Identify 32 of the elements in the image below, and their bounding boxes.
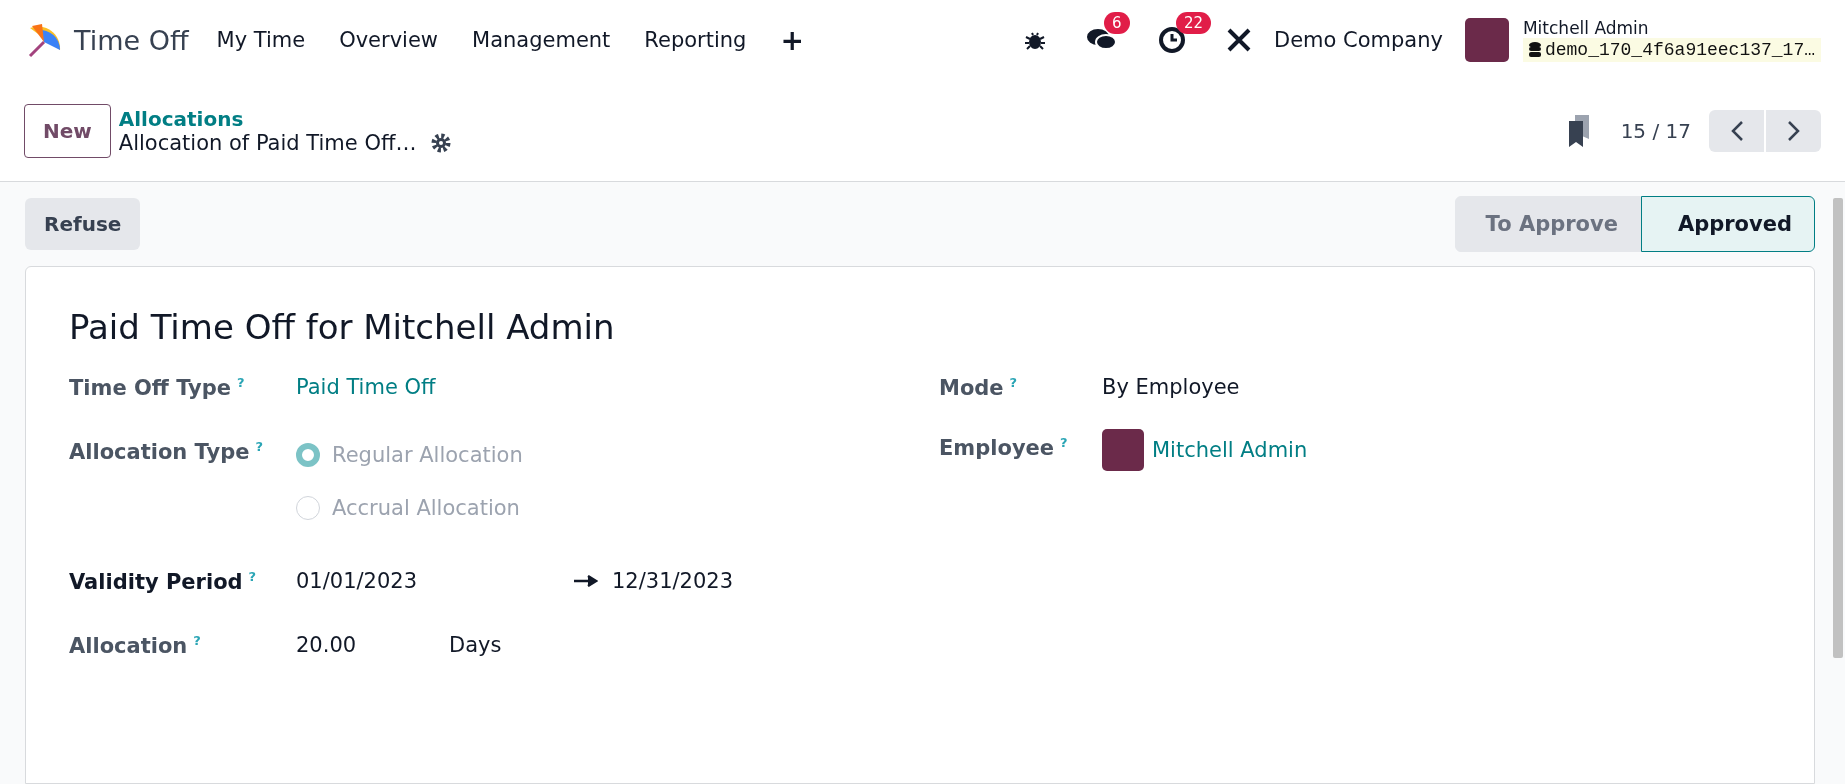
database-name: demo_170_4f6a91eec137_17…: [1522, 38, 1821, 62]
nav-menu-item[interactable]: Overview: [339, 28, 438, 52]
employee-link[interactable]: Mitchell Admin: [1152, 438, 1308, 462]
field-label: Allocation $^{?}$: [69, 633, 202, 658]
field-label: Allocation Type $^{?}$: [69, 439, 264, 464]
pager-value[interactable]: 15 / 17: [1620, 118, 1691, 143]
time-off-type-link[interactable]: Paid Time Off: [296, 375, 939, 399]
end-date-field[interactable]: 12/31/2023: [612, 569, 734, 593]
allocation-field[interactable]: 20.00: [296, 633, 449, 657]
status-stage[interactable]: To Approve: [1454, 196, 1641, 252]
new-button[interactable]: New: [24, 103, 111, 158]
nav-menu-item[interactable]: Management: [472, 28, 611, 52]
mode-value: By Employee: [1102, 375, 1241, 399]
record-name: Paid Time Off for Mitchell Admin: [69, 307, 616, 347]
unit-label: Days: [449, 633, 502, 657]
nav-menu-item[interactable]: Reporting: [644, 28, 747, 52]
start-date-field[interactable]: 01/01/2023: [296, 569, 574, 593]
field-label: Mode $^{?}$: [939, 375, 1019, 400]
app-name[interactable]: Time Off: [74, 24, 189, 56]
refuse-button[interactable]: Refuse: [25, 198, 141, 250]
field-label: Employee $^{?}$: [939, 435, 1069, 460]
breadcrumb-link[interactable]: Allocations: [118, 106, 453, 131]
notification-badge: 22: [1175, 12, 1212, 34]
notification-badge: 6: [1103, 12, 1130, 34]
nav-menu-item[interactable]: My Time: [216, 28, 306, 52]
field-label: Time Off Type $^{?}$: [69, 375, 246, 400]
field-label: Validity Period $^{?}$: [69, 569, 258, 594]
company-switcher[interactable]: Demo Company: [1273, 28, 1443, 52]
record-title: Allocation of Paid Time Off…: [118, 130, 417, 155]
status-stage[interactable]: Approved: [1640, 196, 1815, 252]
new-menu-item[interactable]: +: [780, 23, 804, 57]
user-name[interactable]: Mitchell Admin: [1522, 18, 1821, 38]
